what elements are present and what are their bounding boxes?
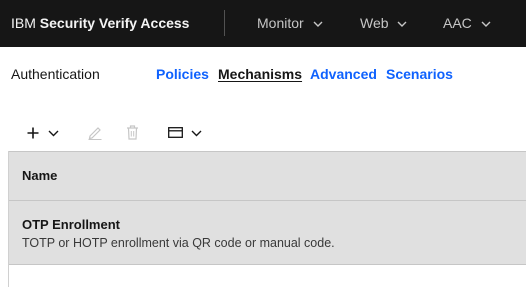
view-button[interactable] <box>168 127 183 138</box>
tab-advanced[interactable]: Advanced <box>310 66 377 83</box>
mechanisms-table: Name OTP Enrollment TOTP or HOTP enrollm… <box>8 151 526 287</box>
delete-icon <box>127 125 138 140</box>
row-title: OTP Enrollment <box>22 217 120 232</box>
edit-icon <box>88 127 102 140</box>
menu-web-label: Web <box>360 15 389 31</box>
chevron-down-icon <box>191 130 202 137</box>
chevron-down-icon <box>481 21 491 27</box>
header-divider <box>224 10 225 36</box>
chevron-down-icon <box>48 130 59 137</box>
table-row[interactable]: OTP Enrollment TOTP or HOTP enrollment v… <box>9 201 526 265</box>
chevron-down-icon <box>313 21 323 27</box>
menu-web[interactable]: Web <box>360 15 407 32</box>
delete-button[interactable] <box>126 125 139 140</box>
brand-prefix: IBM <box>11 15 36 31</box>
column-header-name[interactable]: Name <box>22 168 57 184</box>
menu-aac-label: AAC <box>443 15 472 31</box>
row-description: TOTP or HOTP enrollment via QR code or m… <box>22 236 335 250</box>
menu-monitor-label: Monitor <box>257 15 304 31</box>
view-menu-chevron[interactable] <box>191 130 202 137</box>
top-header: IBM Security Verify Access Monitor Web A… <box>0 0 526 47</box>
view-icon <box>168 127 183 138</box>
product-brand[interactable]: IBM Security Verify Access <box>11 15 189 32</box>
brand-name: Security Verify Access <box>39 15 190 31</box>
menu-monitor[interactable]: Monitor <box>257 15 323 32</box>
table-header: Name <box>9 151 526 201</box>
add-button[interactable] <box>27 127 39 139</box>
add-icon <box>27 127 39 139</box>
tab-policies[interactable]: Policies <box>156 66 209 83</box>
chevron-down-icon <box>397 21 407 27</box>
tab-scenarios[interactable]: Scenarios <box>386 66 453 83</box>
tab-mechanisms[interactable]: Mechanisms <box>218 66 302 83</box>
section-title: Authentication <box>11 66 100 82</box>
add-menu-chevron[interactable] <box>48 130 59 137</box>
edit-button[interactable] <box>88 125 102 140</box>
menu-aac[interactable]: AAC <box>443 15 491 32</box>
